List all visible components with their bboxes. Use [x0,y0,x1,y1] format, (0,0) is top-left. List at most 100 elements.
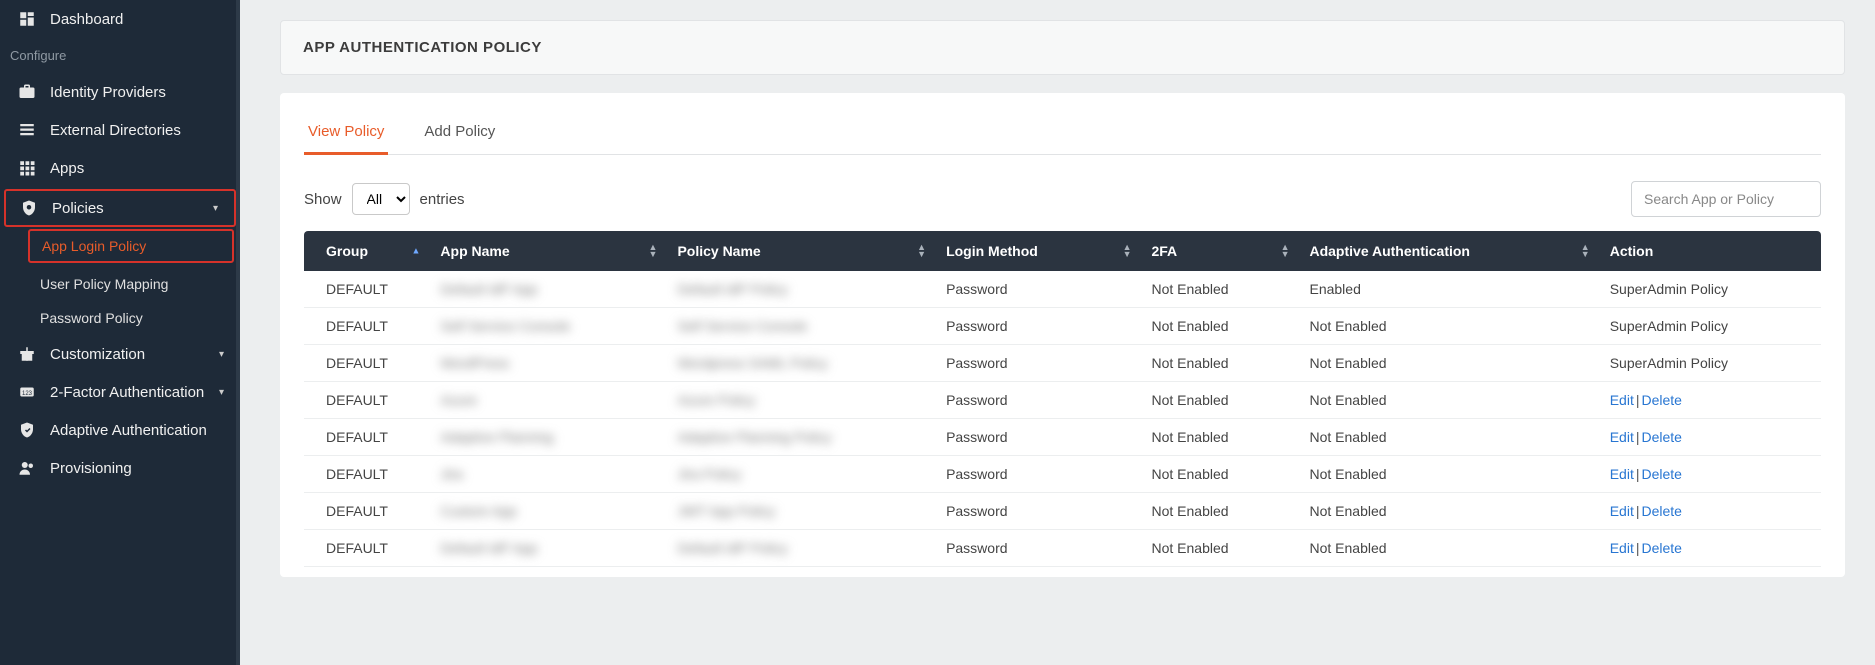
edit-link[interactable]: Edit [1610,429,1634,445]
edit-link[interactable]: Edit [1610,503,1634,519]
cell-2fa: Not Enabled [1141,456,1299,493]
edit-link[interactable]: Edit [1610,392,1634,408]
table-row: DEFAULTSelf Service ConsoleSelf Service … [304,308,1821,345]
action-text: SuperAdmin Policy [1610,355,1728,371]
cell-adaptive: Enabled [1299,271,1599,308]
col-adaptive[interactable]: Adaptive Authentication▲▼ [1299,231,1599,271]
cell-app-name: Default IdP App [440,281,537,297]
cell-2fa: Not Enabled [1141,530,1299,567]
cell-2fa: Not Enabled [1141,382,1299,419]
delete-link[interactable]: Delete [1641,540,1681,556]
cell-group: DEFAULT [304,345,430,382]
cell-app-name: Azure [440,392,477,408]
cell-app-name: WordPress [440,355,509,371]
cell-app-wrap: Custom App [430,493,667,530]
search-input[interactable] [1631,181,1821,217]
cell-2fa: Not Enabled [1141,308,1299,345]
sidebar-scrollbar[interactable] [236,0,240,665]
cell-group: DEFAULT [304,419,430,456]
cell-app-wrap: Default IdP App [430,530,667,567]
cell-policy-wrap: Adaptive Planning Policy [667,419,936,456]
col-policy-name[interactable]: Policy Name▲▼ [667,231,936,271]
cell-action: Edit|Delete [1600,419,1821,456]
chevron-down-icon: ▾ [219,349,224,360]
cell-policy-name: Default IdP Policy [677,281,787,297]
sidebar-item-provisioning[interactable]: Provisioning [0,449,240,487]
sidebar-item-apps[interactable]: Apps [0,149,240,187]
action-separator: | [1636,540,1640,556]
sidebar-sub-app-login-policy[interactable]: App Login Policy [28,229,234,263]
tab-add-policy[interactable]: Add Policy [420,123,499,155]
sidebar-item-identity-providers[interactable]: Identity Providers [0,73,240,111]
sidebar-label: External Directories [50,122,181,139]
sidebar: Dashboard Configure Identity Providers E… [0,0,240,665]
tab-label: View Policy [308,123,384,140]
delete-link[interactable]: Delete [1641,466,1681,482]
cell-login-method: Password [936,493,1141,530]
sort-icon: ▲▼ [1123,244,1132,258]
sidebar-label: Apps [50,160,84,177]
cell-action: Edit|Delete [1600,382,1821,419]
edit-link[interactable]: Edit [1610,466,1634,482]
sidebar-label: Adaptive Authentication [50,422,207,439]
chevron-down-icon: ▾ [213,203,218,214]
show-label: Show [304,191,342,208]
sidebar-item-dashboard[interactable]: Dashboard [0,0,240,38]
sidebar-label: Configure [10,48,66,63]
chevron-down-icon: ▾ [219,387,224,398]
delete-link[interactable]: Delete [1641,503,1681,519]
cell-app-wrap: Self Service Console [430,308,667,345]
col-app-name[interactable]: App Name▲▼ [430,231,667,271]
table-row: DEFAULTDefault IdP AppDefault IdP Policy… [304,271,1821,308]
cell-adaptive: Not Enabled [1299,308,1599,345]
delete-link[interactable]: Delete [1641,429,1681,445]
entries-select[interactable]: All [352,183,410,215]
entries-label: entries [420,191,465,208]
list-icon [18,121,36,139]
sidebar-item-external-directories[interactable]: External Directories [0,111,240,149]
cell-policy-wrap: Jira Policy [667,456,936,493]
cell-policy-wrap: Self Service Console [667,308,936,345]
cell-2fa: Not Enabled [1141,345,1299,382]
sidebar-label: 2-Factor Authentication [50,384,204,401]
cell-action: Edit|Delete [1600,530,1821,567]
sidebar-item-policies[interactable]: Policies ▾ [4,189,236,227]
action-text: SuperAdmin Policy [1610,281,1728,297]
sidebar-sub-password-policy[interactable]: Password Policy [0,301,240,335]
cell-policy-name: Default IdP Policy [677,540,787,556]
sort-icon: ▲▼ [917,244,926,258]
sidebar-label: User Policy Mapping [40,276,168,292]
cell-app-name: Custom App [440,503,516,519]
sidebar-item-adaptive-auth[interactable]: Adaptive Authentication [0,411,240,449]
tab-view-policy[interactable]: View Policy [304,123,388,155]
cell-adaptive: Not Enabled [1299,345,1599,382]
edit-link[interactable]: Edit [1610,540,1634,556]
sidebar-section-configure: Configure [0,38,240,73]
sort-icon: ▲▼ [1581,244,1590,258]
cell-adaptive: Not Enabled [1299,419,1599,456]
action-separator: | [1636,429,1640,445]
sidebar-label: Provisioning [50,460,132,477]
id-card-icon [18,83,36,101]
page-title: APP AUTHENTICATION POLICY [303,39,1822,56]
dashboard-icon [18,10,36,28]
action-separator: | [1636,392,1640,408]
cell-policy-wrap: JWT App Policy [667,493,936,530]
cell-policy-name: Self Service Console [677,318,807,334]
table-row: DEFAULTCustom AppJWT App PolicyPasswordN… [304,493,1821,530]
tabs: View Policy Add Policy [304,123,1821,155]
cell-group: DEFAULT [304,530,430,567]
table-row: DEFAULTAzureAzure PolicyPasswordNot Enab… [304,382,1821,419]
tab-label: Add Policy [424,123,495,140]
cell-app-wrap: Default IdP App [430,271,667,308]
col-login-method[interactable]: Login Method▲▼ [936,231,1141,271]
sidebar-item-customization[interactable]: Customization ▾ [0,335,240,373]
cell-action: SuperAdmin Policy [1600,271,1821,308]
col-2fa[interactable]: 2FA▲▼ [1141,231,1299,271]
sidebar-sub-user-policy-mapping[interactable]: User Policy Mapping [0,267,240,301]
col-group[interactable]: Group▲ [304,231,430,271]
delete-link[interactable]: Delete [1641,392,1681,408]
cell-group: DEFAULT [304,382,430,419]
sidebar-item-two-factor[interactable]: 123 2-Factor Authentication ▾ [0,373,240,411]
sort-icon: ▲▼ [1281,244,1290,258]
